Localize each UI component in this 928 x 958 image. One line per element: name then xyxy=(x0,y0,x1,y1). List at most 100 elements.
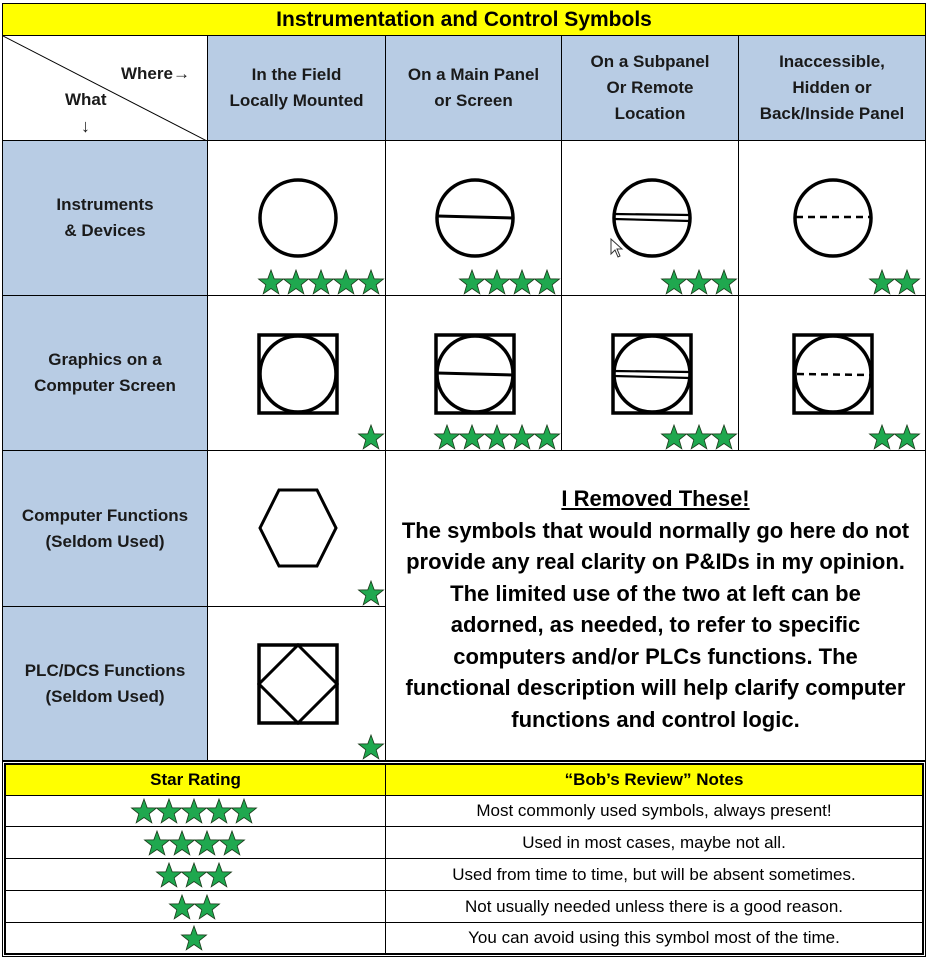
star-rating xyxy=(357,580,385,606)
star-rating xyxy=(155,861,233,888)
star-icon xyxy=(357,734,385,760)
star-icon xyxy=(205,861,233,888)
legend-header-rating: Star Rating xyxy=(5,764,386,796)
star-icon xyxy=(180,798,208,824)
legend-note: Used in most cases, maybe not all. xyxy=(385,826,923,859)
legend-note: Not usually needed unless there is a goo… xyxy=(385,890,923,923)
row-header-plc-functions: PLC/DCS Functions (Seldom Used) xyxy=(2,606,208,761)
legend-note: Used from time to time, but will be abse… xyxy=(385,858,923,891)
star-icon xyxy=(483,269,511,295)
star-icon xyxy=(508,424,536,450)
circle-single-line-symbol-icon xyxy=(435,178,515,258)
circle-symbol-icon xyxy=(258,178,338,258)
star-rating xyxy=(357,734,385,760)
star-icon xyxy=(357,424,385,450)
star-icon xyxy=(192,893,221,920)
symbol-cell xyxy=(561,140,739,296)
star-rating xyxy=(130,798,258,824)
square-circle-single-line-symbol-icon xyxy=(434,333,516,415)
legend-stars-cell xyxy=(5,826,386,859)
star-icon xyxy=(155,861,183,888)
star-icon xyxy=(257,269,285,295)
star-icon xyxy=(357,580,385,606)
diagonal-divider xyxy=(3,36,209,142)
square-circle-dashed-line-symbol-icon xyxy=(792,333,874,415)
star-rating xyxy=(433,424,561,450)
mouse-cursor-icon xyxy=(610,238,624,258)
symbol-cell xyxy=(385,140,562,296)
star-rating xyxy=(868,269,921,295)
star-icon xyxy=(205,798,233,824)
column-header-field: In the Field Locally Mounted xyxy=(207,35,386,141)
note-line: computers and/or PLCs functions. The xyxy=(453,643,858,669)
star-icon xyxy=(167,829,196,856)
star-icon xyxy=(142,829,171,856)
star-rating xyxy=(257,269,385,295)
symbol-cell xyxy=(738,295,926,451)
star-rating xyxy=(167,893,221,920)
star-icon xyxy=(458,269,486,295)
symbol-cell xyxy=(207,140,386,296)
symbol-cell xyxy=(207,606,386,761)
hexagon-symbol-icon xyxy=(258,488,338,568)
star-icon xyxy=(307,269,335,295)
star-icon xyxy=(660,424,688,450)
column-header-subpanel: On a Subpanel Or Remote Location xyxy=(561,35,739,141)
star-icon xyxy=(332,269,360,295)
star-icon xyxy=(282,269,310,295)
star-rating xyxy=(180,925,208,951)
star-icon xyxy=(868,269,896,295)
star-icon xyxy=(217,829,246,856)
square-circle-double-line-symbol-icon xyxy=(611,333,693,415)
star-icon xyxy=(180,861,208,888)
square-diamond-symbol-icon xyxy=(257,643,339,725)
row-header-instruments: Instruments & Devices xyxy=(2,140,208,296)
symbol-cell xyxy=(207,450,386,607)
star-rating xyxy=(357,424,385,450)
star-icon xyxy=(433,424,461,450)
star-icon xyxy=(685,269,713,295)
note-line: provide any real clarity on P&IDs in my … xyxy=(406,549,905,574)
star-icon xyxy=(533,424,561,450)
star-rating xyxy=(458,269,561,295)
star-icon xyxy=(357,269,385,295)
star-rating xyxy=(660,424,738,450)
column-header-inaccessible: Inaccessible, Hidden or Back/Inside Pane… xyxy=(738,35,926,141)
star-icon xyxy=(533,269,561,295)
star-icon xyxy=(893,269,921,295)
corner-cell: Where→ What ↓ xyxy=(2,35,209,142)
legend-note: You can avoid using this symbol most of … xyxy=(385,922,923,954)
star-rating xyxy=(142,829,246,856)
note-title: I Removed These! xyxy=(561,486,750,511)
row-header-computer-functions: Computer Functions (Seldom Used) xyxy=(2,450,208,607)
star-icon xyxy=(508,269,536,295)
symbol-cell xyxy=(561,295,739,451)
star-icon xyxy=(483,424,511,450)
removed-symbols-note: I Removed These! The symbols that would … xyxy=(385,450,926,761)
star-icon xyxy=(155,798,183,824)
star-icon xyxy=(710,424,738,450)
star-icon xyxy=(167,893,196,920)
down-arrow-icon: ↓ xyxy=(81,116,90,136)
note-line: The limited use of the two at left can b… xyxy=(450,580,861,606)
legend-stars-cell xyxy=(5,890,386,923)
page-title: Instrumentation and Control Symbols xyxy=(2,3,926,36)
what-label: What xyxy=(65,90,107,109)
row-header-graphics: Graphics on a Computer Screen xyxy=(2,295,208,451)
symbol-cell xyxy=(385,295,562,451)
note-line: functions and control logic. xyxy=(511,706,800,732)
star-icon xyxy=(660,269,688,295)
star-icon xyxy=(710,269,738,295)
legend-stars-cell xyxy=(5,858,386,891)
note-line: functional description will help clarify… xyxy=(405,675,906,700)
square-circle-symbol-icon xyxy=(257,333,339,415)
circle-dashed-line-symbol-icon xyxy=(793,178,873,258)
note-line: The symbols that would normally go here … xyxy=(401,517,910,543)
star-icon xyxy=(230,798,258,824)
column-header-main-panel: On a Main Panel or Screen xyxy=(385,35,562,141)
star-icon xyxy=(458,424,486,450)
star-rating xyxy=(660,269,738,295)
note-line: adorned, as needed, to refer to specific xyxy=(450,612,861,637)
where-label: Where→ xyxy=(121,64,190,83)
star-icon xyxy=(685,424,713,450)
